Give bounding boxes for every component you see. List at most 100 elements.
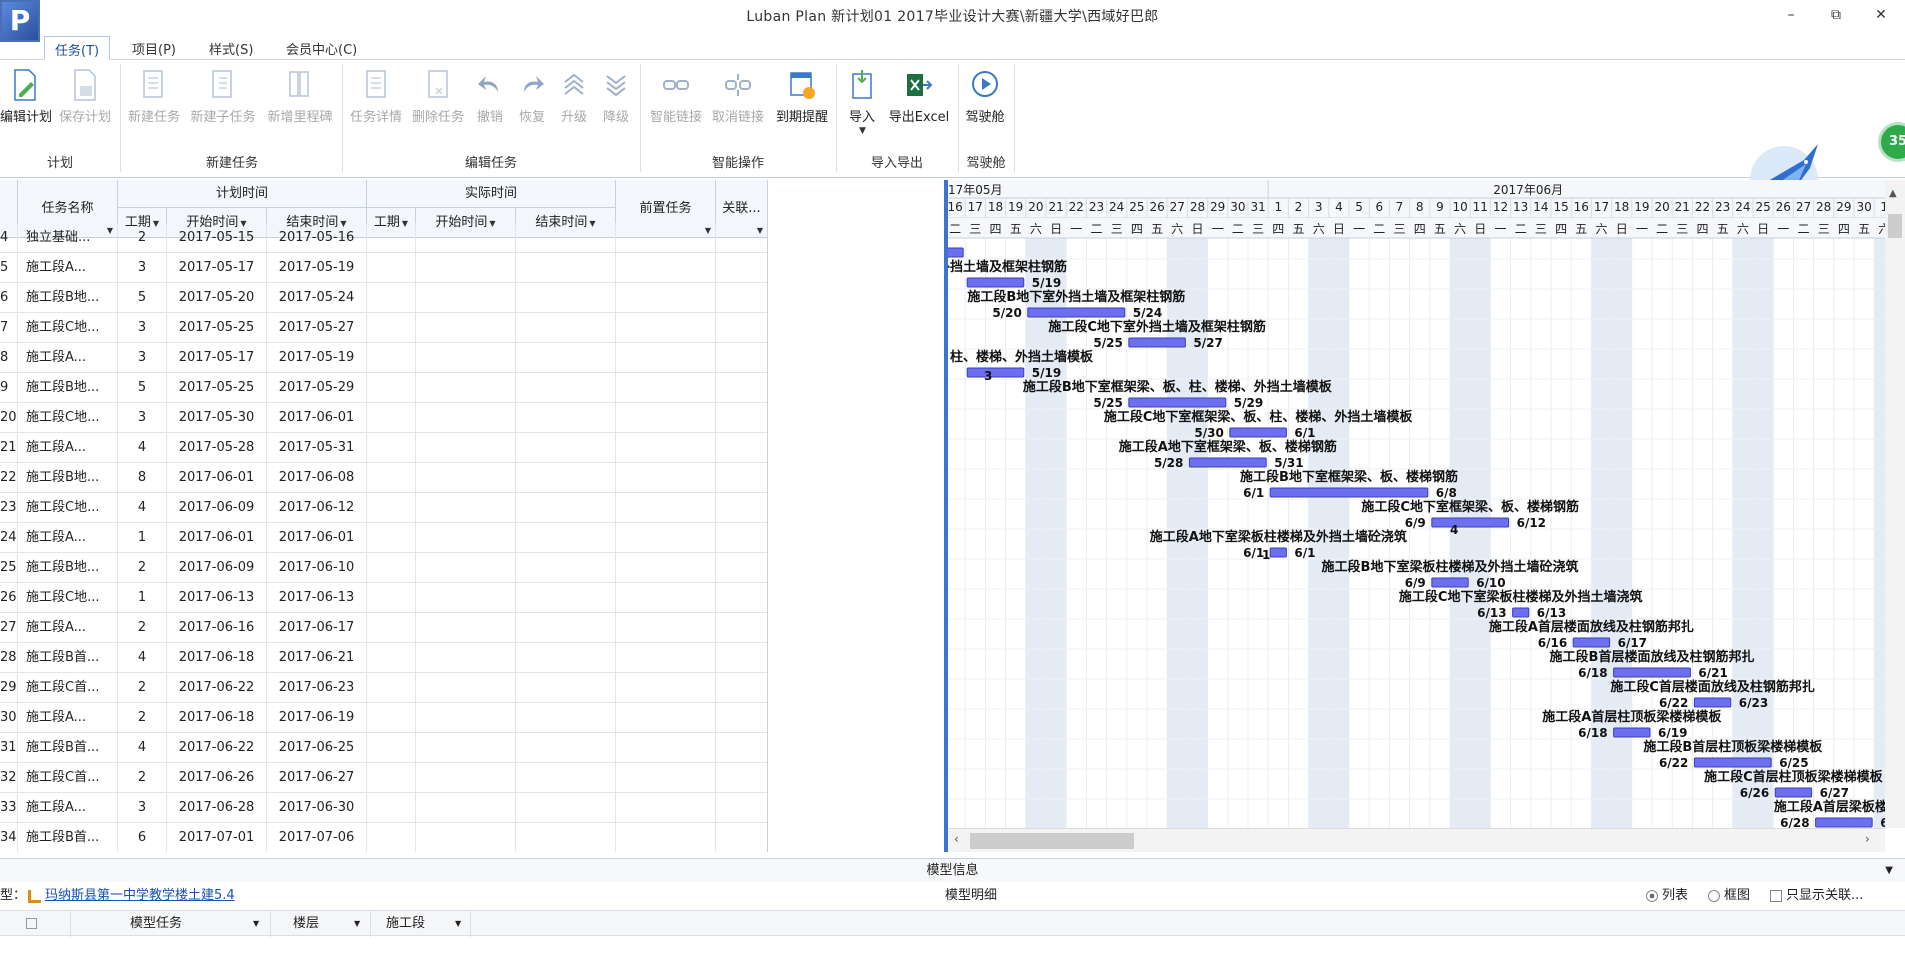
model-info-bar[interactable]: 模型信息 ▼ [0, 858, 1905, 882]
table-row[interactable]: 26 施工段C地... 1 2017-06-13 2017-06-13 [0, 583, 767, 613]
cell-empty[interactable] [416, 733, 516, 763]
cell-empty[interactable] [616, 493, 716, 523]
cell-empty[interactable] [516, 613, 616, 643]
cell-empty[interactable] [516, 523, 616, 553]
redo-button[interactable]: 恢复 [512, 68, 552, 138]
cell-name[interactable]: 施工段B首... [18, 643, 118, 673]
cell-dur[interactable]: 8 [118, 463, 167, 493]
cell-empty[interactable] [367, 433, 416, 463]
cell-empty[interactable] [516, 793, 616, 823]
cell-start[interactable]: 2017-06-13 [167, 583, 267, 613]
scroll-up-icon[interactable]: ▲ [1889, 188, 1897, 199]
cell-empty[interactable] [616, 793, 716, 823]
tab-member-center[interactable]: 会员中心(C) [276, 36, 367, 60]
model-task-column[interactable]: 模型任务 [130, 911, 182, 937]
cell-empty[interactable] [416, 823, 516, 852]
cell-empty[interactable] [716, 523, 767, 553]
cell-empty[interactable] [367, 673, 416, 703]
cell-empty[interactable] [516, 553, 616, 583]
cell-dur[interactable]: 5 [118, 283, 167, 313]
table-row[interactable]: 31 施工段B首... 4 2017-06-22 2017-06-25 [0, 733, 767, 763]
task-details-button[interactable]: 任务详情 [346, 68, 406, 138]
model-link[interactable]: 玛纳斯县第一中学教学楼土建5.4 [45, 882, 235, 910]
cell-dur[interactable]: 2 [118, 613, 167, 643]
cell-empty[interactable] [367, 373, 416, 403]
cell-empty[interactable] [616, 583, 716, 613]
due-reminder-button[interactable]: 到期提醒 [770, 68, 834, 138]
cell-empty[interactable] [616, 343, 716, 373]
cell-empty[interactable] [416, 583, 516, 613]
cell-id[interactable]: 9 [0, 373, 18, 403]
upgrade-button[interactable]: 升级 [554, 68, 594, 138]
cell-empty[interactable] [367, 343, 416, 373]
cell-name[interactable]: 施工段C地... [18, 313, 118, 343]
cell-empty[interactable] [716, 553, 767, 583]
floor-column[interactable]: 楼层 [293, 911, 319, 937]
cell-empty[interactable] [516, 733, 616, 763]
cell-end[interactable]: 2017-06-08 [267, 463, 367, 493]
table-row[interactable]: 20 施工段C地... 3 2017-05-30 2017-06-01 [0, 403, 767, 433]
cell-empty[interactable] [416, 313, 516, 343]
cell-empty[interactable] [716, 283, 767, 313]
cell-name[interactable]: 施工段C首... [18, 763, 118, 793]
cell-empty[interactable] [516, 283, 616, 313]
cell-empty[interactable] [416, 763, 516, 793]
cell-name[interactable]: 施工段C地... [18, 493, 118, 523]
gantt-vertical-scrollbar[interactable]: ▲ [1885, 180, 1905, 828]
cell-empty[interactable] [416, 223, 516, 253]
cell-empty[interactable] [716, 673, 767, 703]
cell-dur[interactable]: 5 [118, 373, 167, 403]
cell-empty[interactable] [367, 253, 416, 283]
cell-dur[interactable]: 4 [118, 733, 167, 763]
cell-empty[interactable] [716, 763, 767, 793]
cell-empty[interactable] [716, 253, 767, 283]
table-row[interactable]: 5 施工段A... 3 2017-05-17 2017-05-19 [0, 253, 767, 283]
cell-name[interactable]: 施工段A... [18, 703, 118, 733]
cell-id[interactable]: 8 [0, 343, 18, 373]
cell-name[interactable]: 施工段B地... [18, 283, 118, 313]
tab-style[interactable]: 样式(S) [199, 36, 263, 60]
cell-id[interactable]: 31 [0, 733, 18, 763]
table-row[interactable]: 7 施工段C地... 3 2017-05-25 2017-05-27 [0, 313, 767, 343]
cell-end[interactable]: 2017-05-19 [267, 253, 367, 283]
cell-start[interactable]: 2017-06-26 [167, 763, 267, 793]
cell-empty[interactable] [367, 823, 416, 852]
cell-empty[interactable] [716, 493, 767, 523]
cell-name[interactable]: 施工段C首... [18, 673, 118, 703]
cell-dur[interactable]: 2 [118, 703, 167, 733]
cell-empty[interactable] [616, 253, 716, 283]
cell-end[interactable]: 2017-06-01 [267, 523, 367, 553]
cell-start[interactable]: 2017-07-01 [167, 823, 267, 852]
cell-empty[interactable] [716, 733, 767, 763]
cell-empty[interactable] [367, 313, 416, 343]
edit-plan-button[interactable]: 编辑计划 [0, 68, 52, 138]
cell-id[interactable]: 25 [0, 553, 18, 583]
cell-id[interactable]: 22 [0, 463, 18, 493]
new-milestone-button[interactable]: 新增里程碑 [262, 68, 338, 138]
cell-end[interactable]: 2017-05-31 [267, 433, 367, 463]
cell-empty[interactable] [367, 283, 416, 313]
cell-end[interactable]: 2017-05-19 [267, 343, 367, 373]
cell-empty[interactable] [416, 283, 516, 313]
cell-empty[interactable] [716, 313, 767, 343]
table-row[interactable]: 29 施工段C首... 2 2017-06-22 2017-06-23 [0, 673, 767, 703]
cell-empty[interactable] [716, 583, 767, 613]
cell-empty[interactable] [516, 643, 616, 673]
cell-dur[interactable]: 1 [118, 523, 167, 553]
cell-dur[interactable]: 3 [118, 253, 167, 283]
table-row[interactable]: 32 施工段C首... 2 2017-06-26 2017-06-27 [0, 763, 767, 793]
cell-empty[interactable] [516, 433, 616, 463]
delete-task-button[interactable]: 删除任务 [408, 68, 468, 138]
table-row[interactable]: 25 施工段B地... 2 2017-06-09 2017-06-10 [0, 553, 767, 583]
cell-empty[interactable] [416, 343, 516, 373]
cell-dur[interactable]: 2 [118, 223, 167, 253]
scroll-right-icon[interactable]: › [1865, 832, 1870, 846]
save-plan-button[interactable]: 保存计划 [54, 68, 116, 138]
cell-empty[interactable] [416, 643, 516, 673]
cell-dur[interactable]: 6 [118, 823, 167, 852]
cell-start[interactable]: 2017-06-09 [167, 553, 267, 583]
cell-end[interactable]: 2017-05-29 [267, 373, 367, 403]
cell-empty[interactable] [716, 703, 767, 733]
cell-empty[interactable] [367, 583, 416, 613]
cell-dur[interactable]: 4 [118, 433, 167, 463]
